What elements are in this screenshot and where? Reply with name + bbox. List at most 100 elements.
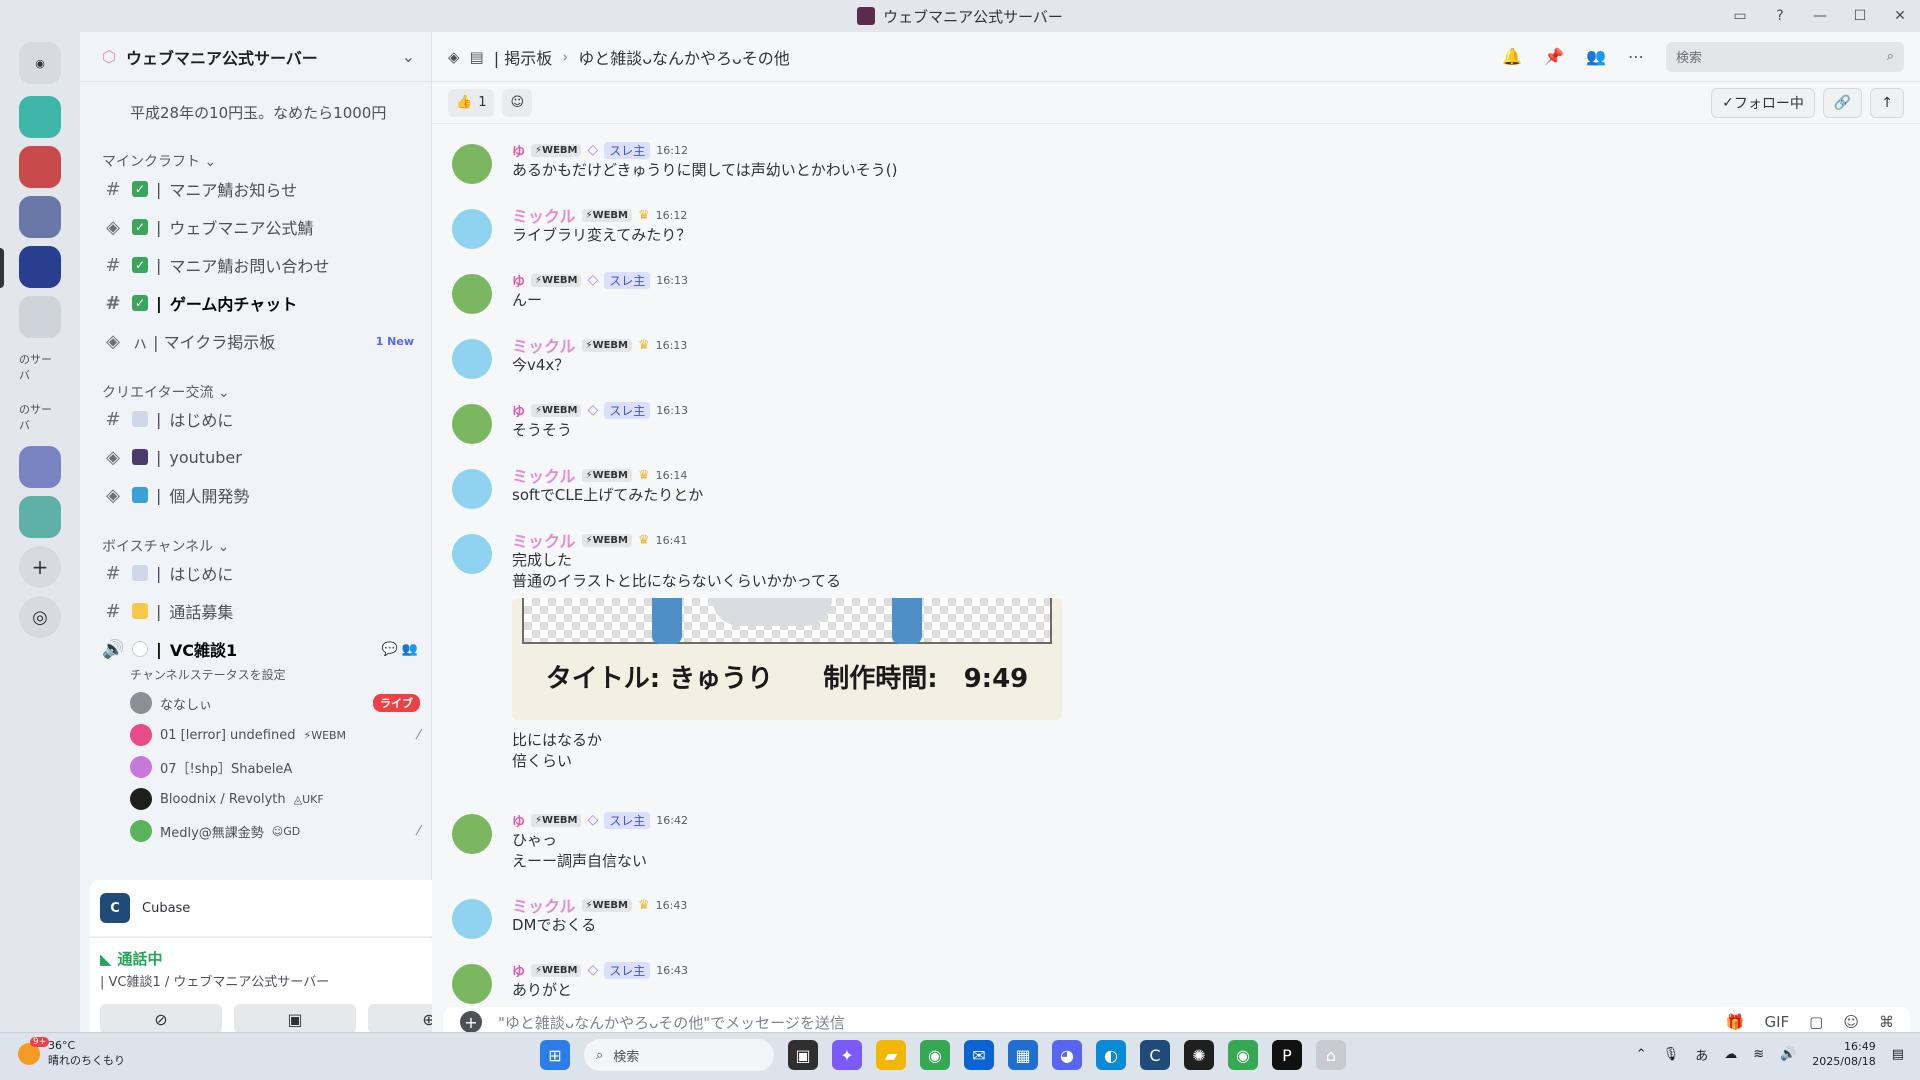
- computer-icon: [132, 487, 148, 503]
- channel-youtuber[interactable]: ◈ | youtuber: [98, 440, 418, 474]
- notifications-icon[interactable]: ▤: [1892, 1047, 1904, 1062]
- gif-icon[interactable]: GIF: [1764, 1013, 1789, 1031]
- more-icon[interactable]: ⋯: [1628, 47, 1644, 66]
- store-icon[interactable]: ▦: [1008, 1040, 1038, 1070]
- bubble-icon: [132, 641, 148, 657]
- bell-icon[interactable]: 🔔: [1502, 47, 1522, 66]
- cubase-taskbar-icon[interactable]: C: [1140, 1040, 1170, 1070]
- task-view-icon[interactable]: ▣: [788, 1040, 818, 1070]
- direct-messages-icon[interactable]: ◉: [19, 42, 61, 84]
- author-name[interactable]: ミックル: [512, 203, 576, 227]
- file-explorer-icon[interactable]: ▰: [876, 1040, 906, 1070]
- camera-button[interactable]: ⊘: [100, 1004, 222, 1034]
- voice-user[interactable]: ななしぃ ライブ: [130, 690, 420, 716]
- wifi-icon[interactable]: ≋: [1753, 1047, 1764, 1062]
- volume-icon[interactable]: 🔊: [1780, 1047, 1796, 1062]
- channel-minecraft-board[interactable]: ◈ ㇵ | マイクラ掲示板 1 New: [98, 324, 418, 358]
- discover-icon[interactable]: ◎: [19, 596, 61, 638]
- reaction-thumbs[interactable]: 👍 1: [448, 88, 495, 117]
- chevron-up-icon[interactable]: ⌃: [1636, 1047, 1647, 1062]
- channel-status-link[interactable]: チャンネルステータスを設定: [130, 666, 286, 683]
- close-button[interactable]: ✕: [1880, 0, 1920, 32]
- category-voice[interactable]: ボイスチャンネル ⌄: [102, 536, 229, 556]
- check-icon: ✓: [132, 257, 148, 273]
- screen-share-button[interactable]: ▣: [234, 1004, 356, 1034]
- link-icon[interactable]: 🔗: [1822, 87, 1863, 118]
- voice-status[interactable]: 通話中: [118, 948, 163, 969]
- author-name[interactable]: ゆ: [512, 141, 525, 160]
- server-folder-2[interactable]: のサーバ: [19, 396, 61, 438]
- pin-icon[interactable]: 📌: [1544, 47, 1564, 66]
- copilot-icon[interactable]: ✦: [832, 1040, 862, 1070]
- author-name[interactable]: ゆ: [512, 271, 525, 290]
- onedrive-icon[interactable]: ☁: [1724, 1047, 1737, 1062]
- ime-icon[interactable]: あ: [1695, 1045, 1708, 1064]
- weather-widget[interactable]: 9+ 36°C 晴れのちくもり: [18, 1037, 125, 1068]
- server-folder-1[interactable]: のサーバ: [19, 346, 61, 388]
- chatgpt-icon[interactable]: ✺: [1184, 1040, 1214, 1070]
- voice-channel-vc1[interactable]: 🔊 | VC雑談1 💬 👥: [98, 632, 418, 666]
- server-boost-icon: ⬡: [102, 47, 116, 66]
- channel-voice-intro[interactable]: # | はじめに: [98, 556, 418, 590]
- breadcrumb-forum[interactable]: | 掲示板: [494, 45, 552, 69]
- server-icon-2[interactable]: [19, 146, 61, 188]
- apps-icon[interactable]: ⌘: [1879, 1013, 1894, 1031]
- scroll-top-icon[interactable]: ↑: [1870, 87, 1904, 118]
- server-icon-3[interactable]: [19, 196, 61, 238]
- server-icon-1[interactable]: [19, 96, 61, 138]
- category-minecraft[interactable]: マインクラフト ⌄: [102, 151, 216, 171]
- taskbar-search[interactable]: ⌕ 検索: [584, 1039, 774, 1071]
- author-name[interactable]: ゆ: [512, 811, 525, 830]
- voice-user[interactable]: 01 [lerror] undefined ⚡WEBM ⁄: [130, 722, 420, 748]
- chrome-icon[interactable]: ◉: [920, 1040, 950, 1070]
- microphone-icon[interactable]: 🎙: [1663, 1047, 1680, 1062]
- sticker-icon[interactable]: ▢: [1809, 1013, 1823, 1031]
- members-icon[interactable]: 👥: [1586, 47, 1606, 66]
- server-icon-webmania[interactable]: [19, 246, 61, 288]
- start-icon[interactable]: ⊞: [540, 1040, 570, 1070]
- clock[interactable]: 16:49 2025/08/18: [1812, 1039, 1875, 1069]
- mail-icon[interactable]: ✉: [964, 1040, 994, 1070]
- add-server-icon[interactable]: +: [19, 546, 61, 588]
- author-name[interactable]: ミックル: [512, 893, 576, 917]
- app-icon[interactable]: ⌂: [1316, 1040, 1346, 1070]
- channel-webmania-official[interactable]: ◈ ✓ | ウェブマニア公式鯖: [98, 210, 418, 244]
- voice-channel-actions[interactable]: 💬 👥: [381, 642, 418, 657]
- attach-plus-icon[interactable]: +: [460, 1011, 482, 1033]
- maximize-button[interactable]: ☐: [1840, 0, 1880, 32]
- chrome-profile-icon[interactable]: ◉: [1228, 1040, 1258, 1070]
- follow-button[interactable]: ✓ フォロー中: [1711, 87, 1815, 118]
- channel-mania-contact[interactable]: # ✓ | マニア鯖お問い合わせ: [98, 248, 418, 282]
- author-name[interactable]: ミックル: [512, 528, 576, 552]
- emoji-icon[interactable]: ☺: [1843, 1013, 1859, 1031]
- edge-icon[interactable]: ◐: [1096, 1040, 1126, 1070]
- gift-icon[interactable]: 🎁: [1726, 1013, 1745, 1031]
- help-icon[interactable]: ?: [1760, 0, 1800, 32]
- voice-user[interactable]: 07［!shp］ShabeleA: [130, 754, 420, 780]
- channel-creator-intro[interactable]: # | はじめに: [98, 402, 418, 436]
- inbox-icon[interactable]: ▭: [1720, 0, 1760, 32]
- author-name[interactable]: ミックル: [512, 333, 576, 357]
- image-attachment[interactable]: タイトル: きゅうり 制作時間: 9:49: [512, 598, 1062, 720]
- author-name[interactable]: ゆ: [512, 401, 525, 420]
- discord-icon[interactable]: ◕: [1052, 1040, 1082, 1070]
- category-creator[interactable]: クリエイター交流 ⌄: [102, 382, 230, 402]
- channel-mania-news[interactable]: # ✓ | マニア鯖お知らせ: [98, 172, 418, 206]
- voice-user[interactable]: Bloodnix / Revolyth ◬UKF: [130, 786, 420, 812]
- add-reaction-button[interactable]: ☺: [502, 88, 533, 117]
- server-icon-7[interactable]: [19, 496, 61, 538]
- server-header[interactable]: ⬡ ウェブマニア公式サーバー ⌄: [80, 32, 431, 82]
- server-icon-6[interactable]: [19, 446, 61, 488]
- voice-user[interactable]: Medly@無課金勢 ☺GD ⁄: [130, 818, 420, 844]
- server-icon-5[interactable]: [19, 296, 61, 338]
- channel-ingame-chat[interactable]: # ✓ | ゲーム内チャット: [98, 286, 418, 320]
- app-icon[interactable]: P: [1272, 1040, 1302, 1070]
- channel-indie-dev[interactable]: ◈ | 個人開発勢: [98, 478, 418, 512]
- channel-call-recruit[interactable]: # | 通話募集: [98, 594, 418, 628]
- author-name[interactable]: ゆ: [512, 961, 525, 980]
- timestamp: 16:13: [656, 273, 688, 287]
- author-name[interactable]: ミックル: [512, 463, 576, 487]
- search-input[interactable]: 検索 ⌕: [1666, 41, 1904, 72]
- minimize-button[interactable]: —: [1800, 0, 1840, 32]
- timestamp: 16:12: [655, 208, 688, 222]
